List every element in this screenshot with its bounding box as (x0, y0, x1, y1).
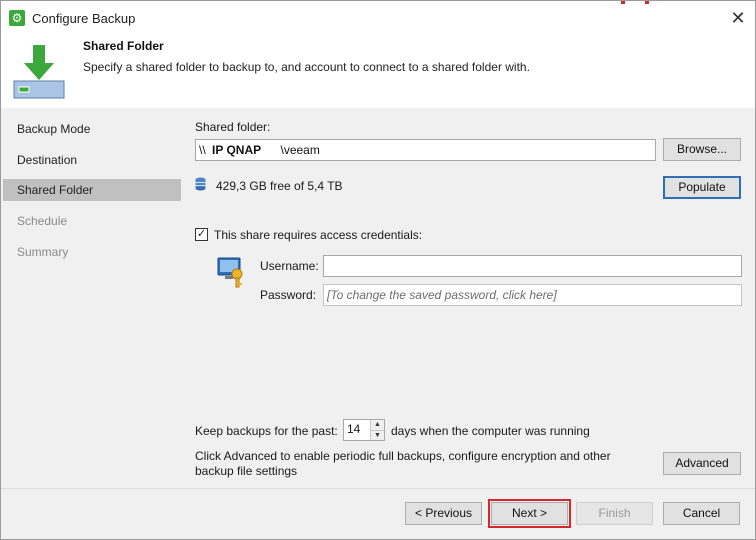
shared-folder-panel: Shared folder: \\ IP QNAP \veeam Browse.… (182, 108, 755, 488)
shared-folder-host: IP QNAP (212, 143, 262, 157)
shared-folder-path: \veeam (280, 143, 320, 157)
credentials-checkbox[interactable]: ✓ (195, 228, 208, 241)
shared-folder-input[interactable]: \\ IP QNAP \veeam (195, 139, 656, 161)
retention-suffix: days when the computer was running (391, 424, 590, 438)
advanced-description-line1: Click Advanced to enable periodic full b… (195, 449, 611, 463)
titlebar-edge-marks (621, 1, 651, 4)
password-input[interactable]: [To change the saved password, click her… (323, 284, 742, 306)
username-input[interactable] (323, 255, 742, 277)
sidebar-item-summary: Summary (17, 245, 69, 259)
username-label: Username: (260, 259, 319, 273)
configure-backup-dialog: ⚙ Configure Backup ✕ Shared Folder Speci… (0, 0, 756, 540)
database-icon (195, 177, 206, 191)
user-key-icon (217, 257, 243, 288)
chevron-down-icon[interactable]: ▼ (371, 430, 384, 440)
retention-days-value[interactable]: 14 (347, 422, 360, 436)
wizard-steps-sidebar: Backup Mode Destination Shared Folder Sc… (1, 108, 182, 488)
populate-button[interactable]: Populate (663, 176, 741, 199)
sidebar-item-shared-folder[interactable]: Shared Folder (3, 179, 181, 201)
free-space-text: 429,3 GB free of 5,4 TB (216, 179, 343, 193)
page-description: Specify a shared folder to backup to, an… (83, 60, 530, 74)
gear-icon: ⚙ (9, 10, 25, 26)
sidebar-item-schedule: Schedule (17, 214, 68, 228)
sidebar-item-backup-mode[interactable]: Backup Mode (3, 118, 181, 140)
finish-button: Finish (576, 502, 653, 525)
window-title: Configure Backup (32, 11, 136, 26)
close-button[interactable]: ✕ (725, 6, 751, 30)
credentials-checkbox-label[interactable]: This share requires access credentials: (214, 228, 422, 242)
previous-button[interactable]: < Previous (405, 502, 482, 525)
page-title: Shared Folder (83, 39, 164, 53)
stepper-arrows[interactable]: ▲ ▼ (370, 420, 384, 440)
password-label: Password: (260, 288, 317, 302)
cancel-button[interactable]: Cancel (663, 502, 740, 525)
next-button[interactable]: Next > (488, 499, 571, 528)
sidebar-item-destination[interactable]: Destination (3, 149, 181, 171)
wizard-header: Shared Folder Specify a shared folder to… (1, 35, 755, 108)
shared-folder-prefix: \\ (199, 143, 206, 157)
title-bar[interactable]: ⚙ Configure Backup ✕ (1, 1, 755, 35)
advanced-description-line2: backup file settings (195, 464, 298, 478)
retention-days-stepper[interactable]: 14 ▲ ▼ (343, 419, 385, 441)
advanced-button[interactable]: Advanced (663, 452, 741, 475)
shared-folder-label: Shared folder: (195, 120, 271, 134)
retention-label: Keep backups for the past: (195, 424, 338, 438)
browse-button[interactable]: Browse... (663, 138, 741, 161)
chevron-up-icon[interactable]: ▲ (371, 420, 384, 430)
wizard-footer: < Previous Next > Finish Cancel (1, 488, 755, 539)
download-arrow-icon (13, 45, 65, 99)
